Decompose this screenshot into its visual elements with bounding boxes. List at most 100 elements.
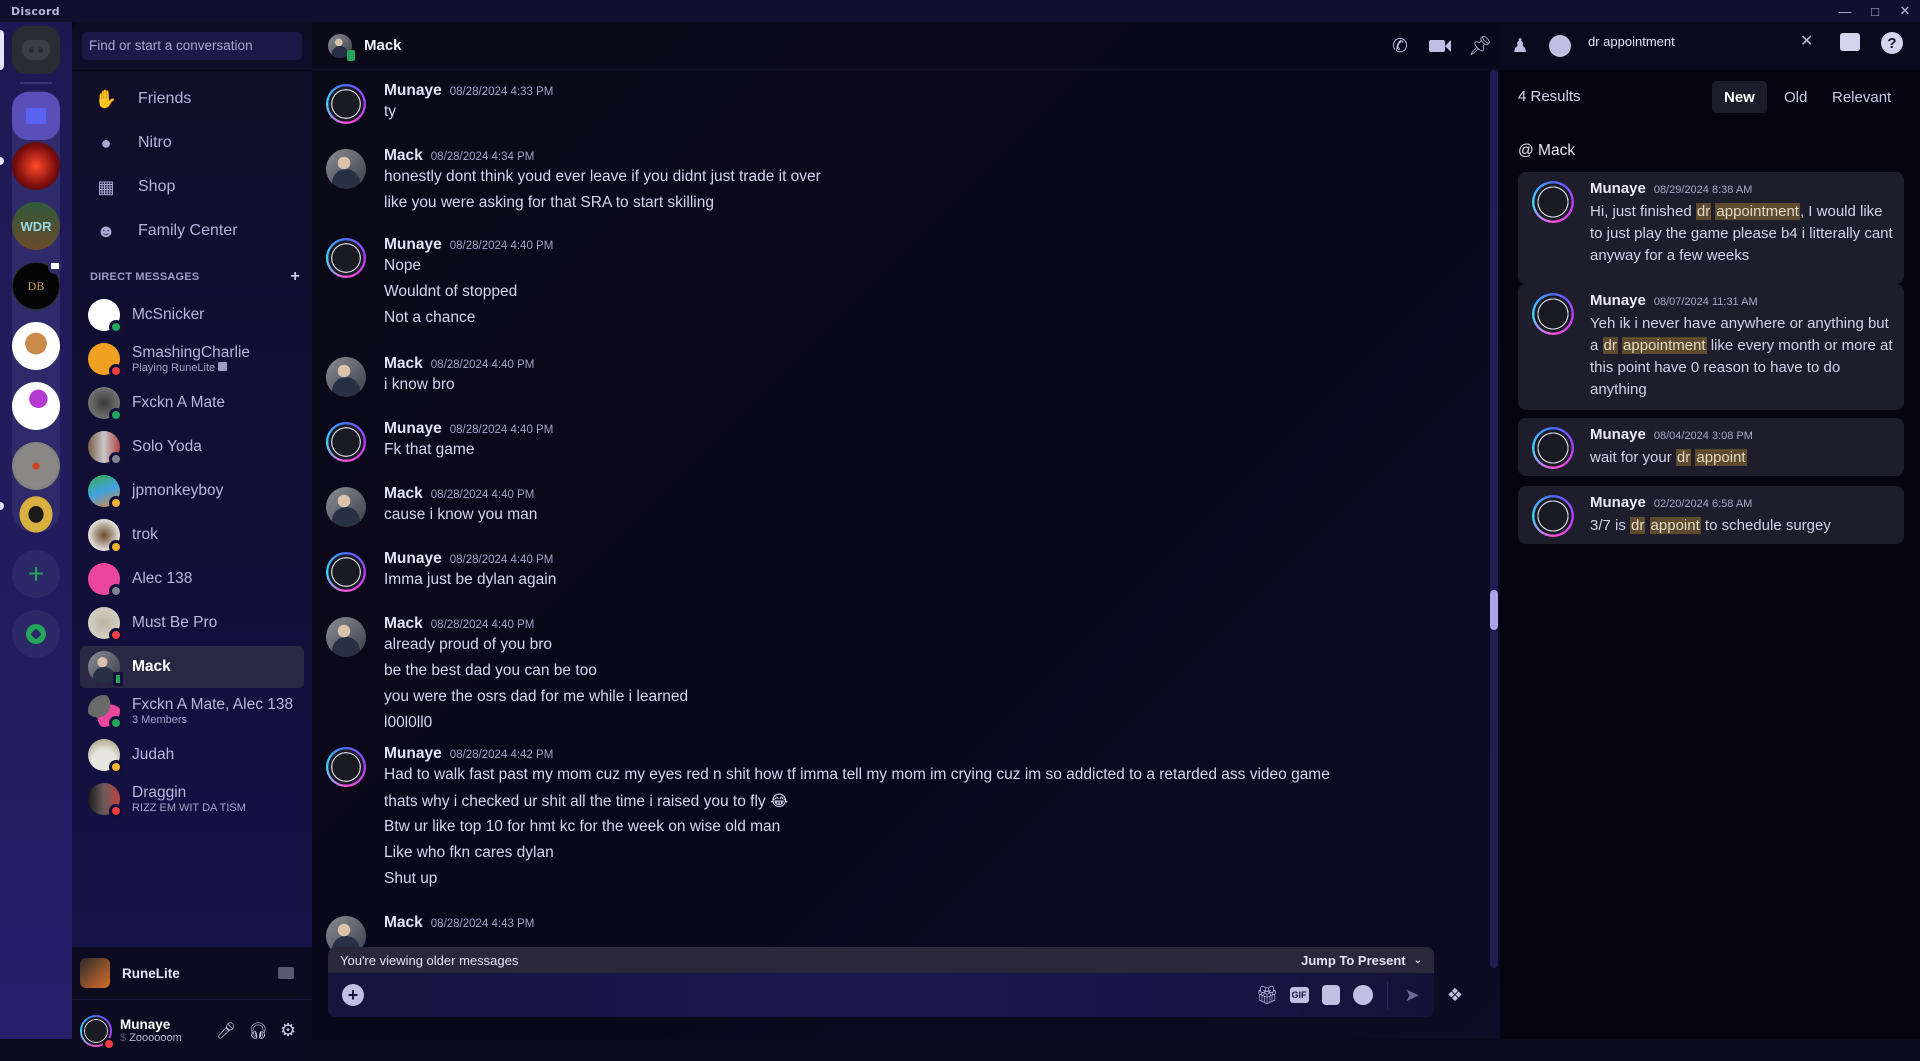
headphones-icon[interactable]: 🎧︎	[248, 1021, 268, 1041]
maximize-button[interactable]: □	[1860, 0, 1890, 22]
dm-item[interactable]: jpmonkeyboy	[80, 470, 304, 512]
pinned-messages-icon[interactable]: 📌︎	[1460, 34, 1500, 58]
search-result-card[interactable]: Munaye 08/29/2024 8:38 AM Hi, just finishe…	[1518, 172, 1904, 284]
message-avatar[interactable]	[326, 422, 366, 462]
message-avatar[interactable]	[326, 238, 366, 278]
add-server-button[interactable]: +	[12, 550, 60, 598]
message-author[interactable]: Mack	[384, 355, 423, 373]
message-author[interactable]: Munaye	[384, 420, 442, 438]
message-input[interactable]	[364, 973, 1251, 1017]
message-text: like you were asking for that SRA to sta…	[384, 194, 714, 211]
message-author[interactable]: Munaye	[384, 236, 442, 254]
dm-item[interactable]: McSnicker	[80, 294, 304, 336]
message-author[interactable]: Munaye	[384, 745, 442, 763]
sort-old-tab[interactable]: Old	[1772, 81, 1819, 113]
add-friends-to-dm-icon[interactable]: ♟	[1500, 35, 1540, 58]
send-icon[interactable]: ➤	[1396, 985, 1428, 1006]
video-call-icon[interactable]	[1420, 40, 1460, 52]
server-icon[interactable]	[12, 142, 60, 190]
message-author[interactable]: Munaye	[384, 550, 442, 568]
message-author[interactable]: Mack	[384, 615, 423, 633]
older-messages-notice: You're viewing older messages	[340, 952, 519, 968]
message-avatar[interactable]	[326, 487, 366, 527]
text-fragment: 3/7 is	[1590, 517, 1631, 534]
message-author[interactable]: Mack	[384, 485, 423, 503]
voice-call-icon[interactable]: ✆	[1380, 35, 1420, 58]
message-avatar[interactable]	[326, 357, 366, 397]
sticker-icon[interactable]	[1315, 985, 1347, 1005]
older-messages-bar: You're viewing older messages Jump To Pr…	[328, 947, 1434, 973]
status-dnd-icon	[109, 628, 123, 642]
message-author[interactable]: Mack	[384, 147, 423, 165]
minimize-button[interactable]: —	[1830, 0, 1860, 22]
chat-scrollbar[interactable]	[1490, 70, 1498, 968]
dm-item[interactable]: Judah	[80, 734, 304, 776]
dm-item[interactable]: Alec 138	[80, 558, 304, 600]
message-author[interactable]: Mack	[384, 914, 423, 932]
nav-shop[interactable]: ▦ Shop	[82, 167, 302, 207]
message-avatar[interactable]	[326, 552, 366, 592]
message-text: thats why i checked ur shit all the time…	[384, 793, 789, 810]
dm-item-active[interactable]: Mack	[80, 646, 304, 688]
gif-icon[interactable]: GIF	[1283, 987, 1315, 1003]
nitro-icon: ●	[100, 132, 112, 153]
sort-relevant-tab[interactable]: Relevant	[1820, 81, 1903, 113]
server-icon[interactable]	[12, 322, 60, 370]
message-avatar[interactable]	[326, 149, 366, 189]
search-result-card[interactable]: Munaye 08/04/2024 3:08 PM wait for your dr…	[1518, 418, 1904, 476]
search-result-card[interactable]: Munaye 08/07/2024 11:31 AM Yeh ik i never …	[1518, 284, 1904, 410]
server-icon[interactable]	[12, 488, 60, 536]
microphone-icon[interactable]: 🎤︎	[216, 1021, 236, 1041]
dm-item[interactable]: Fxckn A Mate	[80, 382, 304, 424]
server-icon[interactable]: DB	[12, 260, 62, 310]
emoji-icon[interactable]	[1347, 985, 1379, 1005]
message-text: Btw ur like top 10 for hmt kc for the we…	[384, 818, 781, 835]
jump-to-present-button[interactable]: Jump To Present ⌄	[1301, 953, 1422, 968]
inbox-icon[interactable]	[1840, 33, 1860, 51]
message-avatar[interactable]	[326, 84, 366, 124]
recipient-name[interactable]: Mack	[364, 37, 402, 54]
user-profile-icon[interactable]	[1540, 35, 1580, 57]
clear-search-icon[interactable]: ✕	[1800, 31, 1813, 51]
sort-new-tab[interactable]: New	[1712, 81, 1767, 113]
help-icon[interactable]: ?	[1881, 32, 1903, 54]
dm-item[interactable]: Solo Yoda	[80, 426, 304, 468]
friends-icon: ✋	[94, 88, 118, 109]
home-dm-button[interactable]	[12, 26, 60, 74]
nav-family-center[interactable]: ☻ Family Center	[82, 211, 302, 251]
close-window-button[interactable]: ✕	[1890, 0, 1920, 22]
stream-game-icon[interactable]	[278, 967, 294, 979]
dm-name: Judah	[132, 746, 175, 763]
nav-nitro[interactable]: ● Nitro	[82, 123, 302, 163]
apps-icon[interactable]: ❖	[1440, 982, 1470, 1008]
user-panel: Munaye $ Zoooooom 🎤︎ 🎧︎ ⚙	[72, 999, 312, 1061]
results-channel-label: @ Mack	[1518, 142, 1576, 159]
dm-item[interactable]: SmashingCharlie Playing RuneLite	[80, 338, 304, 380]
scrollbar-thumb[interactable]	[1490, 590, 1498, 630]
dm-item-group[interactable]: Fxckn A Mate, Alec 138 3 Members	[80, 690, 304, 732]
dm-item[interactable]: Must Be Pro	[80, 602, 304, 644]
message-composer[interactable]: + 🎁︎ GIF ➤	[328, 973, 1434, 1017]
search-result-card[interactable]: Munaye 02/20/2024 6:58 AM 3/7 is dr appoin…	[1518, 486, 1904, 544]
nav-friends[interactable]: ✋ Friends	[82, 79, 302, 119]
create-dm-button[interactable]: +	[290, 269, 300, 285]
message-avatar[interactable]	[326, 617, 366, 657]
message-avatar[interactable]	[326, 747, 366, 787]
search-input[interactable]: dr appointment	[1588, 34, 1675, 49]
server-icon[interactable]	[12, 382, 60, 430]
message-header: Mack 08/28/2024 4:40 PM	[384, 485, 534, 503]
find-conversation-input[interactable]: Find or start a conversation	[82, 32, 302, 60]
settings-gear-icon[interactable]: ⚙	[280, 1020, 296, 1041]
gift-icon[interactable]: 🎁︎	[1251, 985, 1283, 1006]
folder-button[interactable]	[12, 92, 60, 140]
attach-plus-icon[interactable]: +	[342, 984, 364, 1006]
user-avatar[interactable]	[80, 1014, 115, 1050]
dm-item[interactable]: Draggin RIZZ EM WIT DA TISM	[80, 778, 304, 820]
username: Munaye	[120, 1017, 171, 1032]
server-icon[interactable]: WDR	[12, 202, 60, 250]
dm-item[interactable]: trok	[80, 514, 304, 556]
server-icon[interactable]	[12, 442, 60, 490]
message-author[interactable]: Munaye	[384, 82, 442, 100]
message-text: Imma just be dylan again	[384, 571, 557, 588]
discover-button[interactable]	[12, 610, 60, 658]
